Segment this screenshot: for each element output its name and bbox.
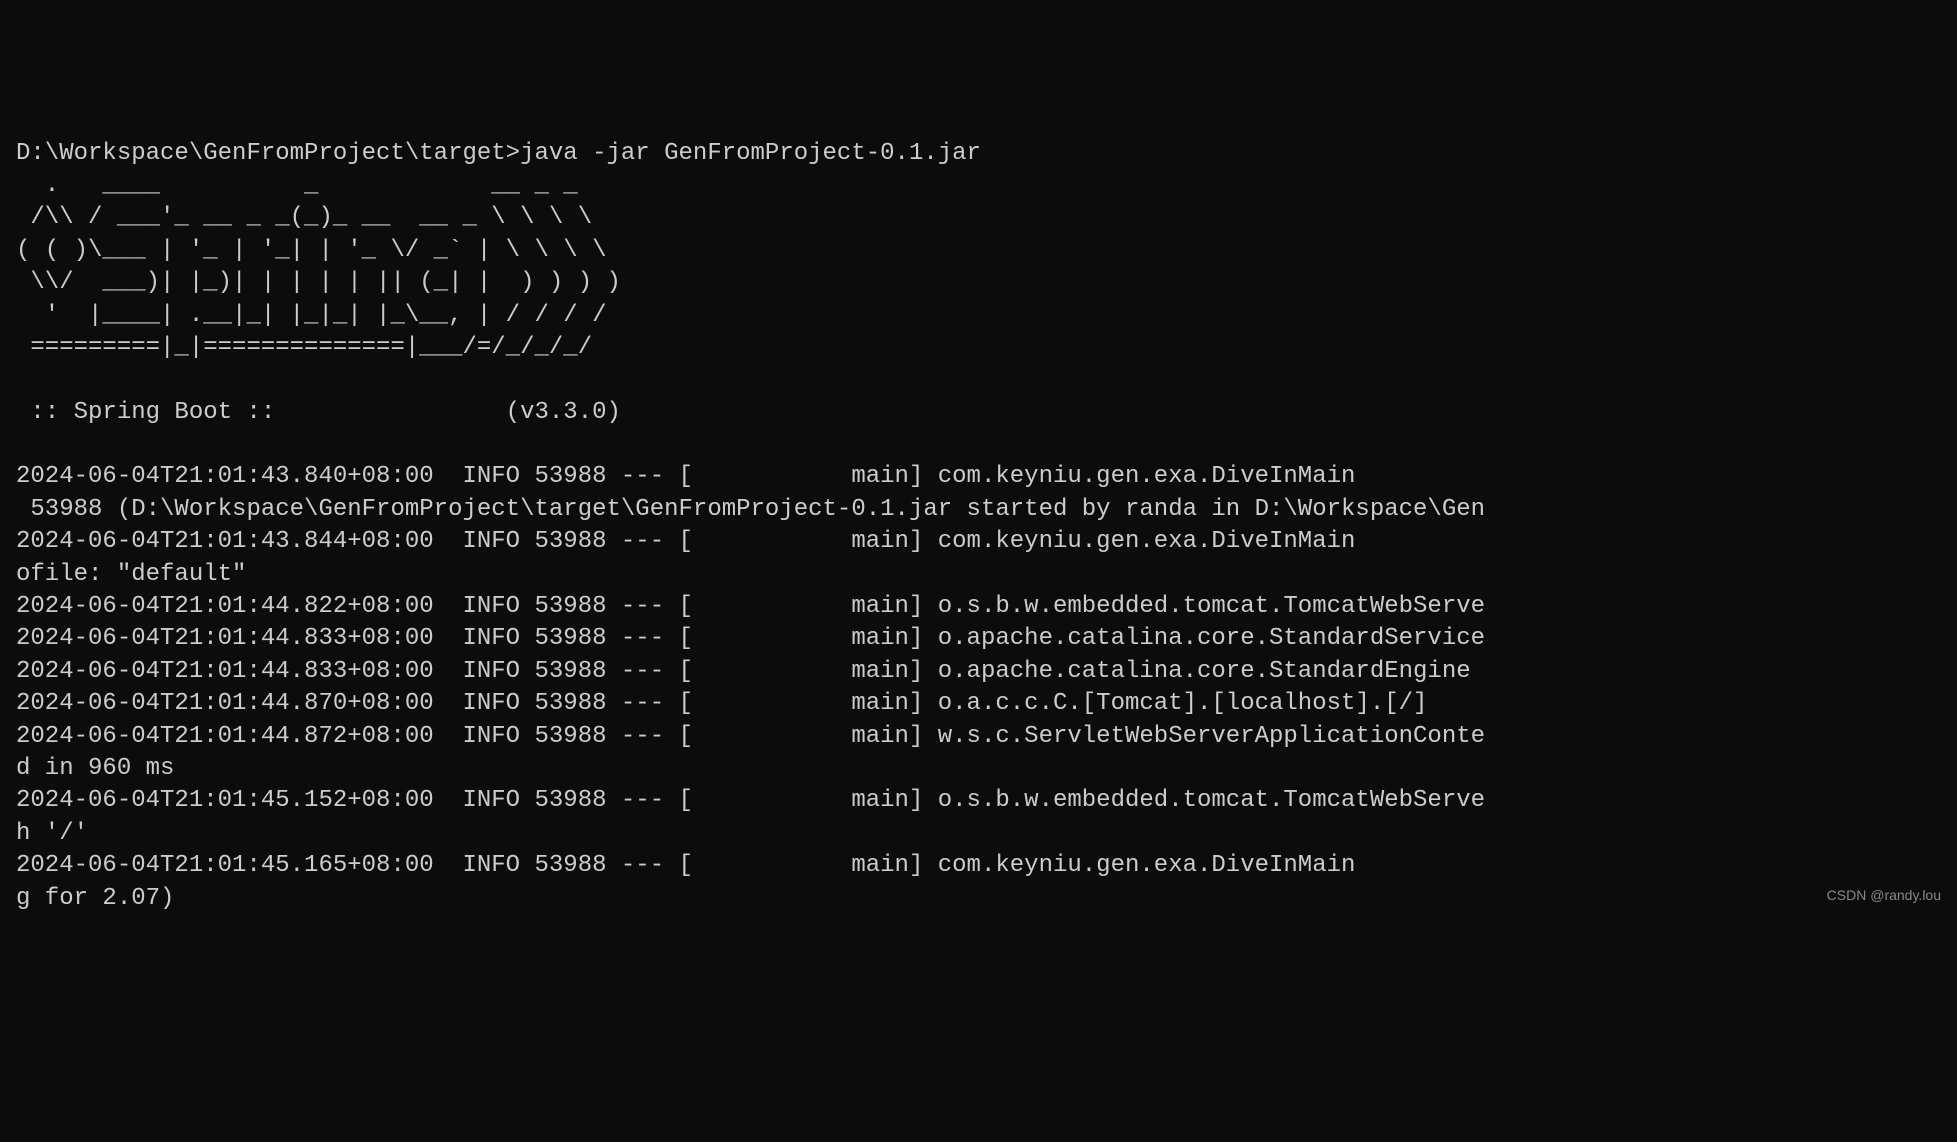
- log-line: g for 2.07): [16, 885, 174, 912]
- spring-boot-version-line: :: Spring Boot :: (v3.3.0): [16, 399, 621, 426]
- log-line: 2024-06-04T21:01:44.833+08:00 INFO 53988…: [16, 658, 1471, 685]
- log-line: 2024-06-04T21:01:44.822+08:00 INFO 53988…: [16, 593, 1485, 620]
- watermark: CSDN @randy.lou: [1827, 886, 1941, 905]
- log-line: 2024-06-04T21:01:44.870+08:00 INFO 53988…: [16, 690, 1427, 717]
- log-line: 53988 (D:\Workspace\GenFromProject\targe…: [16, 496, 1485, 523]
- log-line: 2024-06-04T21:01:45.165+08:00 INFO 53988…: [16, 852, 1355, 879]
- log-line: 2024-06-04T21:01:44.872+08:00 INFO 53988…: [16, 723, 1485, 750]
- log-line: d in 960 ms: [16, 755, 174, 782]
- log-line: 2024-06-04T21:01:43.840+08:00 INFO 53988…: [16, 463, 1355, 490]
- log-line: ofile: "default": [16, 561, 246, 588]
- spring-banner: . ____ _ __ _ _ /\\ / ___'_ __ _ _(_)_ _…: [16, 172, 621, 361]
- command-prompt-line: D:\Workspace\GenFromProject\target>java …: [16, 140, 981, 167]
- terminal-output: D:\Workspace\GenFromProject\target>java …: [16, 138, 1941, 915]
- log-line: h '/': [16, 820, 88, 847]
- log-line: 2024-06-04T21:01:44.833+08:00 INFO 53988…: [16, 625, 1485, 652]
- log-line: 2024-06-04T21:01:43.844+08:00 INFO 53988…: [16, 528, 1355, 555]
- log-line: 2024-06-04T21:01:45.152+08:00 INFO 53988…: [16, 787, 1485, 814]
